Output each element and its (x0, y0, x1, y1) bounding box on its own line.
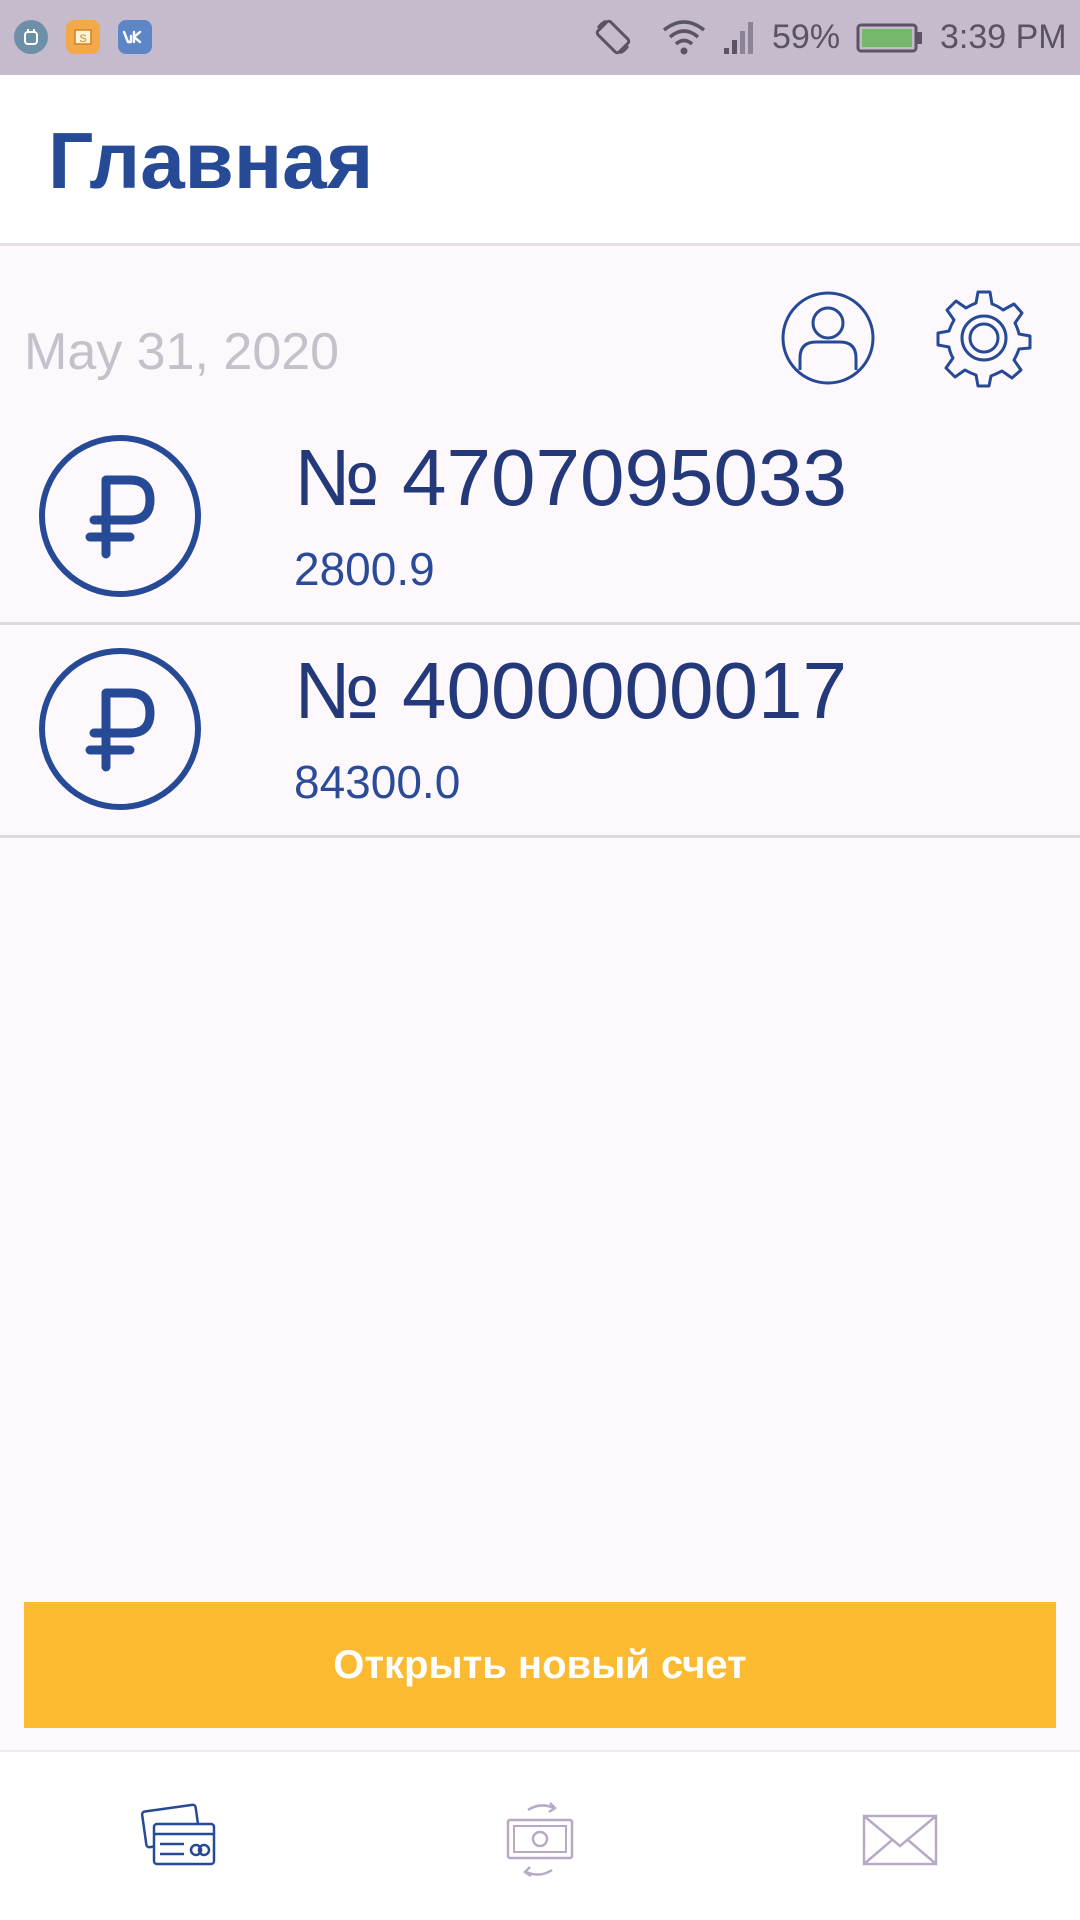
cards-icon (140, 1803, 216, 1866)
app-bar: Главная (0, 75, 1080, 246)
status-time: 3:39 PM (940, 18, 1067, 56)
settings-button[interactable] (934, 288, 1034, 388)
page-title: Главная (48, 116, 374, 205)
open-new-account-button[interactable]: Открыть новый счет (24, 1602, 1056, 1728)
status-bar: S 59% 3:39 PM (0, 0, 1080, 75)
account-balance: 2800.9 (294, 543, 435, 595)
svg-text:S: S (79, 33, 86, 45)
vk-icon (118, 20, 152, 54)
screen-rotation-icon (592, 16, 634, 58)
screen: S 59% 3:39 PM Главная May 31, 2020 № 470… (0, 0, 1080, 1920)
ruble-icon (39, 648, 201, 810)
profile-icon (781, 291, 875, 385)
battery-icon (856, 22, 924, 54)
android-debug-icon (14, 20, 48, 54)
gear-icon (936, 290, 1032, 388)
wifi-icon (660, 16, 708, 58)
nav-messages-tab[interactable] (860, 1800, 940, 1880)
current-date: May 31, 2020 (24, 323, 340, 381)
photo-app-icon: S (66, 20, 100, 54)
nav-cards-tab[interactable] (140, 1800, 220, 1880)
envelope-icon (862, 1814, 938, 1866)
money-transfer-icon (506, 1802, 574, 1878)
nav-transfer-tab[interactable] (500, 1800, 580, 1880)
account-number: № 4707095033 (294, 433, 847, 522)
account-number: № 4000000017 (294, 646, 847, 735)
account-balance: 84300.0 (294, 756, 461, 808)
cellular-signal-icon (722, 18, 758, 56)
account-row[interactable]: № 4000000017 84300.0 (0, 625, 1080, 838)
profile-button[interactable] (780, 290, 876, 386)
ruble-icon (39, 435, 201, 597)
battery-percent: 59% (772, 18, 841, 56)
bottom-nav (0, 1750, 1080, 1920)
account-row[interactable]: № 4707095033 2800.9 (0, 412, 1080, 625)
